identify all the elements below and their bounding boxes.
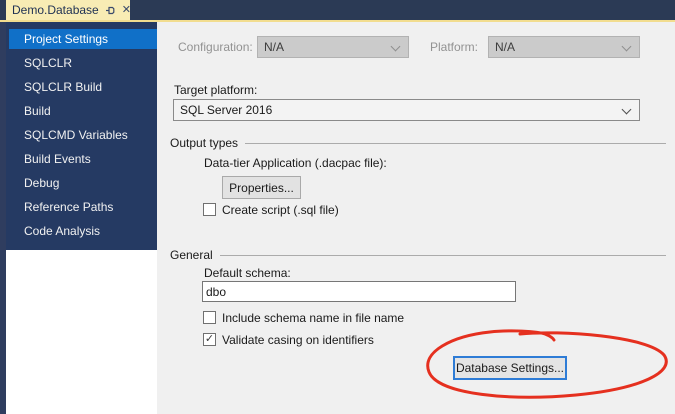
create-script-label: Create script (.sql file) xyxy=(222,203,339,217)
platform-dropdown[interactable]: N/A xyxy=(488,36,640,58)
pin-icon[interactable] xyxy=(105,5,116,16)
chevron-down-icon xyxy=(390,41,401,52)
default-schema-input[interactable] xyxy=(202,281,516,302)
general-group-header: General xyxy=(170,248,666,262)
group-divider xyxy=(245,143,666,144)
create-script-checkbox[interactable] xyxy=(203,203,216,216)
output-types-title: Output types xyxy=(170,136,239,150)
validate-casing-checkbox[interactable]: ✓ xyxy=(203,333,216,346)
properties-button[interactable]: Properties... xyxy=(222,176,301,199)
chevron-down-icon xyxy=(621,41,632,52)
general-title: General xyxy=(170,248,213,262)
group-divider xyxy=(219,255,666,256)
vs-properties-window: Demo.Database ✕ Project Settings SQLCLR … xyxy=(0,0,675,414)
sidebar-item-build[interactable]: Build xyxy=(9,101,157,121)
sidebar-item-sqlclr-build[interactable]: SQLCLR Build xyxy=(9,77,157,97)
sidebar-item-reference-paths[interactable]: Reference Paths xyxy=(9,197,157,217)
close-icon[interactable]: ✕ xyxy=(122,4,131,16)
target-platform-label: Target platform: xyxy=(174,83,258,97)
settings-nav-panel: Project Settings SQLCLR SQLCLR Build Bui… xyxy=(6,22,167,250)
configuration-value: N/A xyxy=(264,40,285,54)
configuration-label: Configuration: xyxy=(178,40,253,54)
output-types-group-header: Output types xyxy=(170,136,666,150)
platform-label: Platform: xyxy=(430,40,479,54)
sidebar-item-build-events[interactable]: Build Events xyxy=(9,149,157,169)
include-schema-checkbox[interactable] xyxy=(203,311,216,324)
dacpac-label: Data-tier Application (.dacpac file): xyxy=(204,156,387,170)
configuration-dropdown[interactable]: N/A xyxy=(257,36,409,58)
sidebar-item-project-settings[interactable]: Project Settings xyxy=(9,29,167,49)
include-schema-label: Include schema name in file name xyxy=(222,311,405,325)
validate-casing-label: Validate casing on identifiers xyxy=(222,333,374,347)
document-tab[interactable]: Demo.Database ✕ xyxy=(6,0,131,20)
checkmark-icon: ✓ xyxy=(204,333,215,345)
project-settings-page xyxy=(157,22,675,414)
target-platform-dropdown[interactable]: SQL Server 2016 xyxy=(173,99,640,121)
sidebar-item-code-analysis[interactable]: Code Analysis xyxy=(9,221,157,241)
target-platform-value: SQL Server 2016 xyxy=(180,103,273,117)
platform-value: N/A xyxy=(495,40,516,54)
tab-title: Demo.Database xyxy=(12,3,99,17)
database-settings-button[interactable]: Database Settings... xyxy=(453,356,567,380)
sidebar-item-sqlcmd-variables[interactable]: SQLCMD Variables xyxy=(9,125,157,145)
default-schema-label: Default schema: xyxy=(204,266,291,280)
sidebar-item-debug[interactable]: Debug xyxy=(9,173,157,193)
sidebar-item-sqlclr[interactable]: SQLCLR xyxy=(9,53,157,73)
chevron-down-icon xyxy=(621,104,632,115)
